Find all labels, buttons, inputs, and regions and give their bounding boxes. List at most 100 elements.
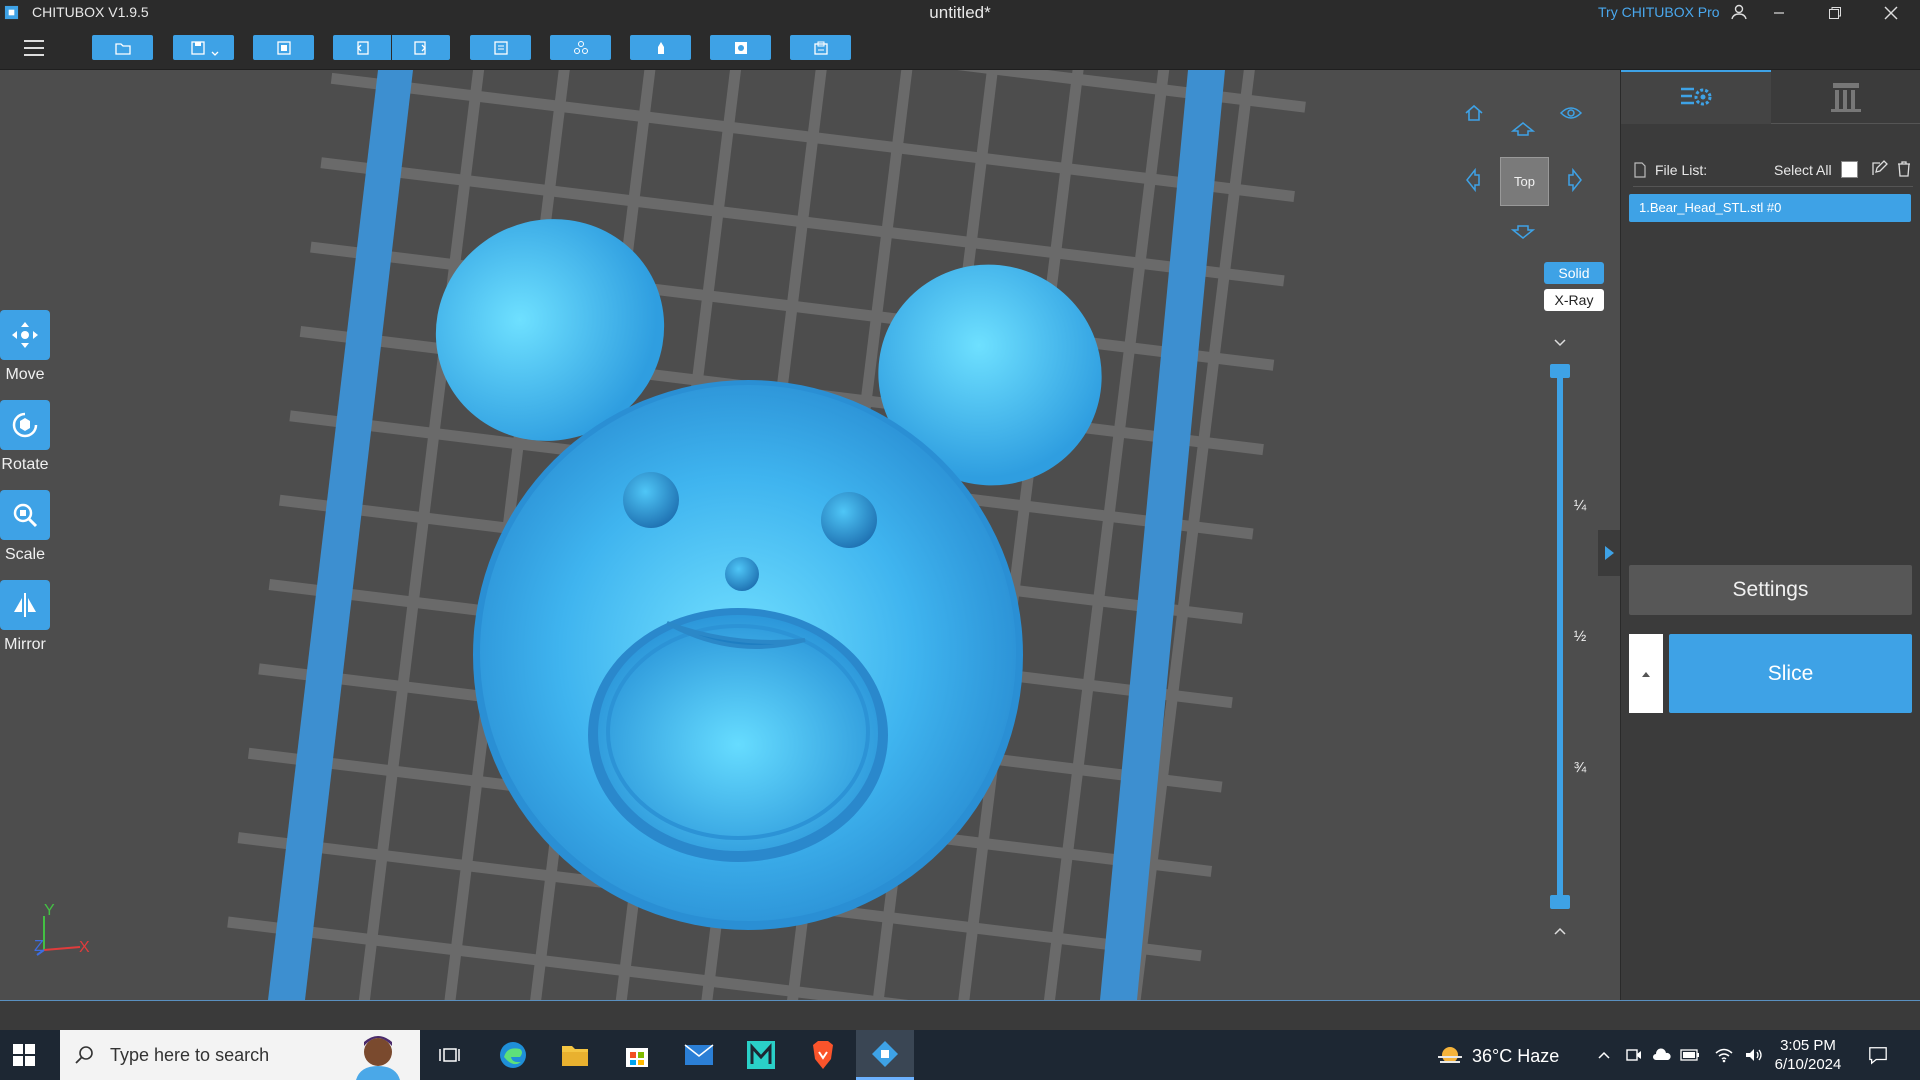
axis-gizmo: Y Z X	[34, 902, 90, 956]
print-icon	[813, 41, 828, 55]
mirror-tool[interactable]: Mirror	[0, 580, 50, 654]
brave-taskbar-button[interactable]	[794, 1030, 852, 1080]
view-cube[interactable]: Top	[1500, 157, 1549, 206]
slider-down-chevron-icon[interactable]	[1547, 330, 1573, 356]
tray-overflow-chevron-icon[interactable]	[1594, 1045, 1614, 1065]
eye-icon[interactable]	[1558, 100, 1584, 126]
scale-tool-label: Scale	[4, 546, 46, 563]
mirror-tool-label: Mirror	[4, 636, 46, 653]
build-plate-scene[interactable]: Y Z X	[0, 70, 1620, 1000]
support-icon	[657, 41, 664, 54]
slider-up-chevron-icon[interactable]	[1547, 918, 1573, 944]
task-view-button[interactable]	[420, 1030, 478, 1080]
move-tool-button[interactable]	[0, 310, 50, 360]
axis-x-label: X	[79, 939, 90, 956]
mail-taskbar-button[interactable]	[670, 1030, 728, 1080]
clock-date: 6/10/2024	[1774, 1056, 1842, 1073]
3d-viewport[interactable]: Y Z X	[0, 70, 1620, 1000]
windows-start-icon[interactable]	[12, 1043, 36, 1067]
file-list-item[interactable]: 1.Bear_Head_STL.stl #0	[1629, 194, 1911, 222]
arrange-button[interactable]	[550, 35, 611, 60]
hollow-button[interactable]	[710, 35, 771, 60]
mirror-tool-button[interactable]	[0, 580, 50, 630]
layout-button[interactable]	[470, 35, 531, 60]
view-right-arrow-icon[interactable]	[1562, 167, 1588, 193]
volume-icon[interactable]	[1744, 1045, 1764, 1065]
scale-tool-button[interactable]	[0, 490, 50, 540]
chitubox-window: CHITUBOX V1.9.5 untitled* Try CHITUBOX P…	[0, 0, 1920, 1080]
layout-icon	[493, 40, 508, 55]
layer-slider-top-handle[interactable]	[1550, 364, 1570, 378]
import-icon	[276, 40, 291, 55]
save-button[interactable]	[173, 35, 234, 60]
view-up-arrow-icon[interactable]	[1510, 116, 1536, 142]
tab-machine[interactable]	[1771, 70, 1920, 124]
meshmixer-taskbar-button[interactable]	[732, 1030, 790, 1080]
view-down-arrow-icon[interactable]	[1510, 219, 1536, 245]
edit-icon[interactable]	[1870, 160, 1888, 178]
file-explorer-taskbar-button[interactable]	[546, 1030, 604, 1080]
move-icon	[12, 322, 38, 348]
taskbar-clock[interactable]: 3:05 PM 6/10/2024	[1770, 1036, 1846, 1074]
search-placeholder: Type here to search	[110, 1045, 270, 1065]
hamburger-menu-icon[interactable]	[20, 36, 48, 60]
import-button[interactable]	[253, 35, 314, 60]
try-pro-link[interactable]: Try CHITUBOX Pro	[1598, 4, 1720, 20]
chitubox-taskbar-button[interactable]	[856, 1030, 914, 1080]
settings-button[interactable]: Settings	[1629, 565, 1912, 615]
clock-time: 3:05 PM	[1780, 1037, 1836, 1054]
solid-mode-button[interactable]: Solid	[1544, 262, 1604, 284]
scale-tool[interactable]: Scale	[0, 490, 50, 564]
rotate-tool[interactable]: Rotate	[0, 400, 50, 474]
bear-head-model[interactable]	[399, 182, 1138, 930]
wifi-icon[interactable]	[1714, 1045, 1734, 1065]
home-view-icon[interactable]	[1461, 100, 1487, 126]
folder-icon	[562, 1046, 588, 1066]
restore-button[interactable]	[1812, 0, 1858, 26]
print-button[interactable]	[790, 35, 851, 60]
redo-icon	[414, 40, 426, 55]
axis-z-label: Z	[34, 938, 44, 955]
close-button[interactable]	[1868, 0, 1914, 26]
scale-icon	[13, 503, 38, 528]
weather-widget[interactable]: 36°C Haze	[1436, 1044, 1559, 1068]
move-tool[interactable]: Move	[0, 310, 50, 384]
xray-mode-button[interactable]: X-Ray	[1544, 289, 1604, 311]
minimize-button[interactable]	[1756, 0, 1802, 26]
caret-up-icon	[1642, 671, 1650, 677]
taskbar-search-box[interactable]: Type here to search	[60, 1030, 420, 1080]
panel-collapse-toggle[interactable]	[1598, 530, 1620, 576]
rotate-icon	[12, 412, 38, 438]
layer-slider-bottom-handle[interactable]	[1550, 895, 1570, 909]
layer-slider-track[interactable]	[1557, 370, 1563, 902]
trash-icon[interactable]	[1896, 160, 1912, 178]
rotate-tool-button[interactable]	[0, 400, 50, 450]
hollow-icon	[734, 41, 747, 54]
tab-print-settings[interactable]	[1621, 70, 1771, 124]
title-bar: CHITUBOX V1.9.5 untitled* Try CHITUBOX P…	[0, 0, 1920, 26]
open-button[interactable]	[92, 35, 153, 60]
undo-button[interactable]	[333, 35, 391, 60]
slice-button[interactable]: Slice	[1669, 634, 1912, 713]
slice-options-toggle[interactable]	[1629, 634, 1663, 713]
store-taskbar-button[interactable]	[608, 1030, 666, 1080]
support-button[interactable]	[630, 35, 691, 60]
search-icon	[75, 1046, 93, 1064]
redo-button[interactable]	[392, 35, 450, 60]
edge-taskbar-button[interactable]	[484, 1030, 542, 1080]
rotate-tool-label: Rotate	[1, 456, 49, 473]
select-all-checkbox[interactable]	[1841, 161, 1858, 178]
user-icon[interactable]	[1730, 3, 1748, 21]
battery-icon[interactable]	[1680, 1045, 1700, 1065]
view-left-arrow-icon[interactable]	[1460, 167, 1486, 193]
notification-center-icon[interactable]	[1868, 1045, 1888, 1065]
meet-now-icon[interactable]	[1624, 1045, 1644, 1065]
onedrive-icon[interactable]	[1652, 1045, 1672, 1065]
undo-icon	[357, 40, 369, 55]
windows-taskbar: Type here to search 36°C Haze 3:05 PM 6/…	[0, 1030, 1920, 1080]
save-icon	[190, 40, 205, 55]
file-list-header: File List: Select All	[1633, 160, 1913, 182]
mirror-icon	[14, 593, 36, 617]
task-view-icon	[439, 1048, 460, 1062]
slider-quarter-label: ¼	[1573, 497, 1587, 514]
